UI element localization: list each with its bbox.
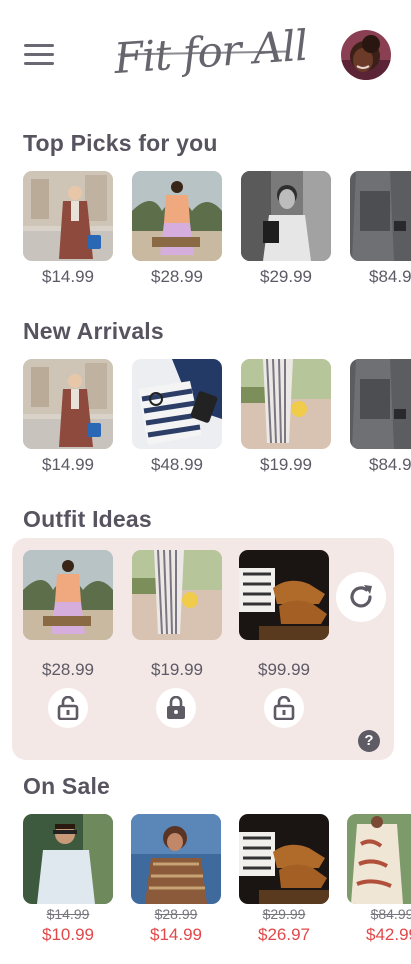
product-price: $19.99 [260,455,312,474]
outfit-price: $19.99 [151,660,203,679]
outfit-item[interactable] [132,550,222,640]
product-card[interactable]: $14.99 [23,171,113,286]
section-title-new-arrivals: New Arrivals [23,318,164,344]
sale-product-card[interactable]: $14.99 $10.99 [23,814,113,944]
product-image[interactable] [241,171,331,261]
product-image[interactable] [347,814,411,904]
product-card[interactable]: $28.99 [132,171,222,286]
top-picks-row: $14.99 $28.99 $29.99 $84.9 [0,171,411,291]
product-card[interactable]: $19.99 [241,359,331,474]
help-icon[interactable]: ? [358,730,380,752]
product-price: $29.99 [260,267,312,286]
product-card[interactable]: $29.99 [241,171,331,286]
product-image[interactable] [132,171,222,261]
outfit-image[interactable] [132,550,222,640]
outfit-image[interactable] [239,550,329,640]
app-logo: Fit for All [112,20,309,86]
sale-product-card[interactable]: $28.99 $14.99 [131,814,221,944]
original-price: $84.99 [370,906,411,922]
lock-open-icon[interactable] [48,688,88,728]
refresh-icon[interactable] [336,572,386,622]
section-title-outfit-ideas: Outfit Ideas [23,506,152,532]
product-image[interactable] [350,359,411,449]
product-image[interactable] [239,814,329,904]
product-price: $48.99 [151,455,203,474]
sale-price: $26.97 [258,925,310,944]
new-arrivals-row: $14.99 $48.99 $19.99 $84.9 [0,359,411,479]
user-avatar[interactable] [341,30,391,80]
product-image[interactable] [23,359,113,449]
product-price: $28.99 [151,267,203,286]
sale-product-card[interactable]: $84.99 $42.99 [347,814,411,944]
outfit-price: $99.99 [258,660,310,679]
product-price: $14.99 [42,455,94,474]
outfit-item[interactable] [23,550,113,640]
product-card[interactable]: $14.99 [23,359,113,474]
logo-text: Fit for All [112,20,309,84]
original-price: $28.99 [154,906,198,922]
product-card[interactable]: $84.99 [350,171,411,286]
sale-price: $42.99 [366,925,411,944]
on-sale-row: $14.99 $10.99 $28.99 $14.99 $29.99 $26.9… [0,814,411,954]
outfit-image[interactable] [23,550,113,640]
section-title-on-sale: On Sale [23,773,111,799]
product-card[interactable]: $48.99 [132,359,222,474]
product-price: $84.99 [369,455,411,474]
sale-price: $10.99 [42,925,94,944]
sale-product-card[interactable]: $29.99 $26.97 [239,814,329,944]
outfit-item[interactable] [239,550,329,640]
original-price: $29.99 [262,906,306,922]
lock-closed-icon[interactable] [156,688,196,728]
product-image[interactable] [132,359,222,449]
section-title-top-picks: Top Picks for you [23,130,218,156]
hamburger-menu-icon[interactable] [24,44,54,66]
product-image[interactable] [350,171,411,261]
original-price: $14.99 [46,906,90,922]
app-header: Fit for All [0,0,411,112]
product-image[interactable] [241,359,331,449]
lock-open-icon[interactable] [264,688,304,728]
product-image[interactable] [131,814,221,904]
product-image[interactable] [23,814,113,904]
outfit-price: $28.99 [42,660,94,679]
product-price: $84.99 [369,267,411,286]
product-image[interactable] [23,171,113,261]
sale-price: $14.99 [150,925,202,944]
outfit-ideas-panel: $28.99 $19.99 $99.99 ? [12,538,394,760]
product-card[interactable]: $84.99 [350,359,411,474]
product-price: $14.99 [42,267,94,286]
